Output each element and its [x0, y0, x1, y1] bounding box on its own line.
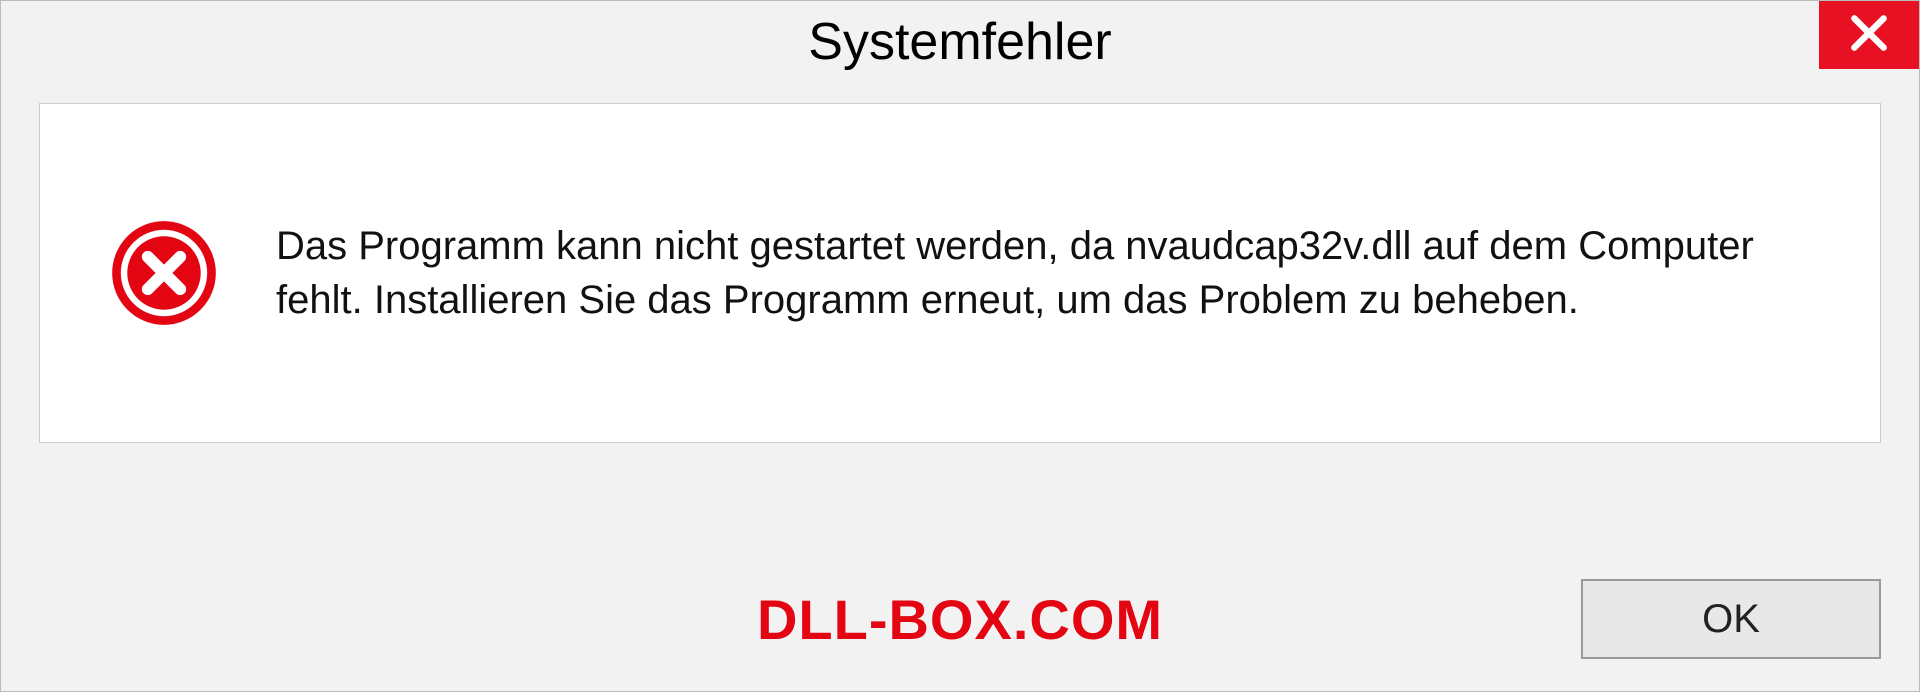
- watermark-text: DLL-BOX.COM: [757, 587, 1163, 652]
- dialog-title: Systemfehler: [808, 12, 1111, 72]
- error-icon: [110, 219, 218, 327]
- dialog-footer: DLL-BOX.COM OK: [1, 579, 1919, 659]
- content-panel: Das Programm kann nicht gestartet werden…: [39, 103, 1881, 443]
- error-dialog: Systemfehler Das Programm kann nicht ges…: [0, 0, 1920, 692]
- titlebar: Systemfehler: [1, 1, 1919, 83]
- close-button[interactable]: [1819, 1, 1919, 69]
- close-icon: [1847, 11, 1891, 60]
- ok-button[interactable]: OK: [1581, 579, 1881, 659]
- error-message: Das Programm kann nicht gestartet werden…: [276, 219, 1820, 327]
